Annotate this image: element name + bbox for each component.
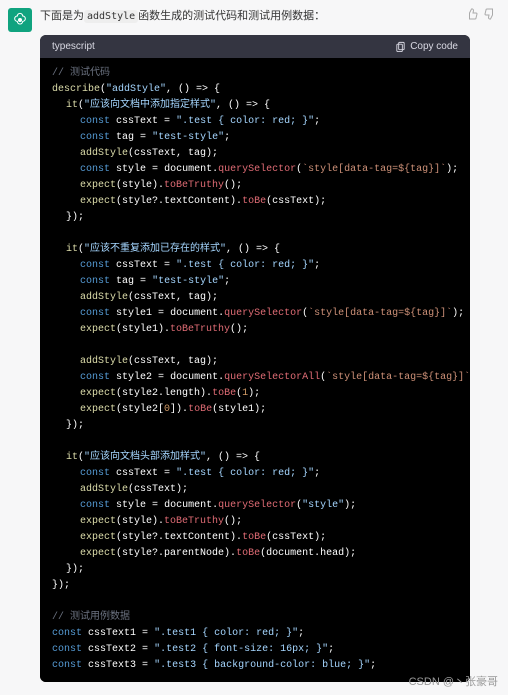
watermark: CSDN @丶张豪哥 bbox=[409, 673, 498, 689]
thumbs-up-icon[interactable] bbox=[466, 8, 478, 20]
feedback-buttons bbox=[466, 8, 496, 20]
message-container: 下面是为addStyle函数生成的测试代码和测试用例数据： typescript… bbox=[0, 0, 508, 682]
assistant-avatar bbox=[8, 8, 32, 32]
code-header: typescript Copy code bbox=[40, 35, 470, 58]
openai-icon bbox=[12, 12, 28, 28]
code-lang-label: typescript bbox=[52, 41, 95, 52]
copy-label: Copy code bbox=[410, 41, 458, 52]
intro-text: 下面是为addStyle函数生成的测试代码和测试用例数据： bbox=[40, 8, 500, 25]
clipboard-icon bbox=[395, 41, 406, 52]
code-block: typescript Copy code // 测试代码 describe("a… bbox=[40, 35, 470, 682]
message-content: 下面是为addStyle函数生成的测试代码和测试用例数据： typescript… bbox=[40, 8, 500, 682]
code-body[interactable]: // 测试代码 describe("addStyle", () => { it(… bbox=[40, 58, 470, 682]
thumbs-down-icon[interactable] bbox=[484, 8, 496, 20]
copy-code-button[interactable]: Copy code bbox=[395, 41, 458, 52]
